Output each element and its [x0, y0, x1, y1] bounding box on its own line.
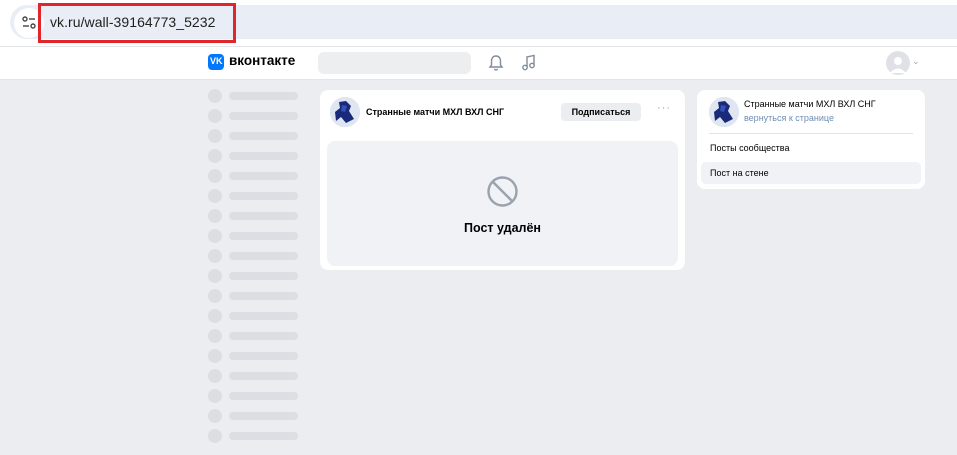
- nav-placeholder: [208, 289, 300, 305]
- nav-placeholder: [208, 409, 300, 425]
- url-highlight-box: [38, 3, 236, 43]
- menu-item-community-posts[interactable]: Посты сообщества: [701, 137, 921, 159]
- browser-toolbar: vk.ru/wall-39164773_5232: [0, 0, 957, 46]
- nav-placeholder: [208, 309, 300, 325]
- vk-logo-icon[interactable]: VK: [208, 54, 224, 70]
- search-input[interactable]: [318, 52, 471, 74]
- group-name[interactable]: Странные матчи МХЛ ВХЛ СНГ: [744, 99, 876, 109]
- avatar-icon[interactable]: [886, 51, 910, 75]
- nav-placeholder: [208, 249, 300, 265]
- nav-placeholder: [208, 329, 300, 345]
- back-to-page-link[interactable]: вернуться к странице: [744, 113, 834, 123]
- side-menu-card: Странные матчи МХЛ ВХЛ СНГ вернуться к с…: [697, 90, 925, 189]
- subscribe-button[interactable]: Подписаться: [561, 103, 641, 121]
- brand-name[interactable]: вконтакте: [229, 53, 295, 68]
- group-name[interactable]: Странные матчи МХЛ ВХЛ СНГ: [366, 107, 504, 117]
- nav-placeholder: [208, 149, 300, 165]
- nav-placeholder: [208, 269, 300, 285]
- deleted-post-message: Пост удалён: [464, 221, 541, 235]
- group-avatar[interactable]: [709, 97, 739, 127]
- nav-placeholder: [208, 229, 300, 245]
- nav-placeholder: [208, 89, 300, 105]
- nav-placeholder: [208, 349, 300, 365]
- group-avatar[interactable]: [330, 97, 360, 127]
- nav-placeholder: [208, 429, 300, 445]
- more-options-icon[interactable]: ···: [657, 102, 671, 114]
- divider: [709, 133, 913, 134]
- nav-placeholder: [208, 109, 300, 125]
- menu-item-wall-post[interactable]: Пост на стене: [701, 162, 921, 184]
- nav-placeholder: [208, 389, 300, 405]
- post-card: Странные матчи МХЛ ВХЛ СНГ Подписаться ·…: [320, 90, 685, 270]
- nav-placeholder: [208, 369, 300, 385]
- deleted-post-placeholder: Пост удалён: [327, 141, 678, 266]
- nav-placeholder: [208, 169, 300, 185]
- music-icon[interactable]: [521, 54, 537, 77]
- bell-icon[interactable]: [488, 54, 504, 77]
- chevron-down-icon[interactable]: ⌄: [912, 56, 920, 67]
- site-header: VK вконтакте ⌄: [0, 46, 957, 80]
- nav-placeholder: [208, 129, 300, 145]
- nav-placeholder: [208, 189, 300, 205]
- blocked-icon: [486, 175, 519, 213]
- nav-placeholder: [208, 209, 300, 225]
